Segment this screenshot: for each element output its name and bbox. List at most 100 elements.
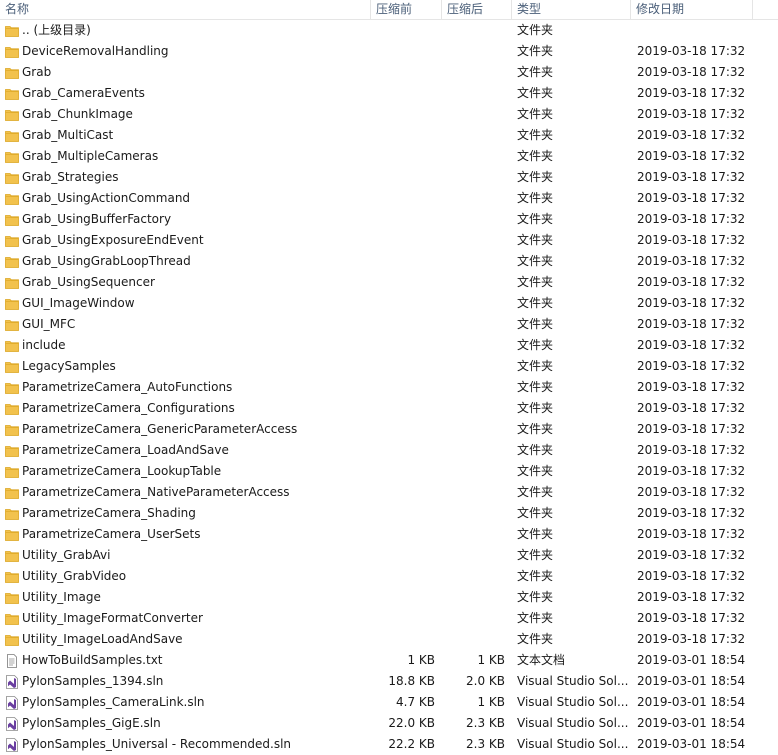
- folder-icon: [5, 24, 19, 38]
- file-type: 文件夹: [517, 401, 554, 415]
- file-name: Grab_UsingBufferFactory: [22, 212, 172, 226]
- file-type: 文件夹: [517, 590, 554, 604]
- file-name: Grab_UsingExposureEndEvent: [22, 233, 204, 247]
- file-type: 文件夹: [517, 86, 554, 100]
- folder-row[interactable]: Grab_UsingGrabLoopThread 文件夹 2019-03-18 17…: [0, 251, 778, 272]
- folder-icon: [5, 255, 19, 269]
- file-name: Grab_MultiCast: [22, 128, 114, 142]
- file-type: 文件夹: [517, 611, 554, 625]
- compressed-size: [376, 104, 435, 125]
- folder-row[interactable]: Grab_UsingSequencer 文件夹 2019-03-18 17:32: [0, 272, 778, 293]
- folder-row[interactable]: Utility_ImageFormatConverter 文件夹 2019-03-1…: [0, 608, 778, 629]
- folder-row[interactable]: Grab_CameraEvents 文件夹 2019-03-18 17:32: [0, 83, 778, 104]
- modified-date: 2019-03-18 17:32: [637, 401, 746, 415]
- file-type: 文本文档: [517, 653, 566, 667]
- actual-size: [446, 272, 505, 293]
- folder-row[interactable]: Grab_UsingActionCommand 文件夹 2019-03-18 17:…: [0, 188, 778, 209]
- folder-row[interactable]: Grab_ChunkImage 文件夹 2019-03-18 17:32: [0, 104, 778, 125]
- actual-size: [446, 419, 505, 440]
- compressed-size: [376, 20, 435, 41]
- actual-size: [446, 524, 505, 545]
- folder-icon: [5, 360, 19, 374]
- column-header-type[interactable]: 类型: [512, 0, 630, 19]
- folder-row[interactable]: Utility_GrabAvi 文件夹 2019-03-18 17:32: [0, 545, 778, 566]
- compressed-size: [376, 188, 435, 209]
- actual-size: [446, 398, 505, 419]
- actual-size: [446, 566, 505, 587]
- folder-row[interactable]: Grab_MultiCast 文件夹 2019-03-18 17:32: [0, 125, 778, 146]
- file-row[interactable]: PylonSamples_CameraLink.sln 4.7 KB 1 KB Vis…: [0, 692, 778, 713]
- actual-size: [446, 545, 505, 566]
- folder-row[interactable]: ParametrizeCamera_LookupTable 文件夹 2019-03-…: [0, 461, 778, 482]
- column-header-compressed[interactable]: 压缩前: [371, 0, 441, 19]
- file-name: Grab_CameraEvents: [22, 86, 145, 100]
- folder-row[interactable]: Utility_Image 文件夹 2019-03-18 17:32: [0, 587, 778, 608]
- column-divider[interactable]: [752, 0, 753, 19]
- file-name: DeviceRemovalHandling: [22, 44, 169, 58]
- compressed-size: [376, 545, 435, 566]
- file-type: 文件夹: [517, 464, 554, 478]
- file-name: LegacySamples: [22, 359, 116, 373]
- file-name: Grab: [22, 65, 52, 79]
- compressed-size: [376, 377, 435, 398]
- compressed-size: [376, 167, 435, 188]
- actual-size: [446, 146, 505, 167]
- folder-icon: [5, 423, 19, 437]
- compressed-size: [376, 335, 435, 356]
- actual-size: 1 KB: [477, 653, 505, 667]
- folder-row[interactable]: ParametrizeCamera_AutoFunctions 文件夹 2019-0…: [0, 377, 778, 398]
- compressed-size: [376, 83, 435, 104]
- file-name: Grab_MultipleCameras: [22, 149, 159, 163]
- file-name: Utility_GrabVideo: [22, 569, 127, 583]
- actual-size: [446, 209, 505, 230]
- folder-row[interactable]: ParametrizeCamera_GenericParameterAccess…: [0, 419, 778, 440]
- modified-date: 2019-03-18 17:32: [637, 44, 746, 58]
- modified-date: 2019-03-18 17:32: [637, 338, 746, 352]
- file-type: 文件夹: [517, 422, 554, 436]
- folder-row[interactable]: Grab 文件夹 2019-03-18 17:32: [0, 62, 778, 83]
- folder-row[interactable]: Grab_Strategies 文件夹 2019-03-18 17:32: [0, 167, 778, 188]
- folder-icon: [5, 465, 19, 479]
- folder-row[interactable]: Utility_GrabVideo 文件夹 2019-03-18 17:32: [0, 566, 778, 587]
- folder-row[interactable]: ParametrizeCamera_Shading 文件夹 2019-03-18 1…: [0, 503, 778, 524]
- folder-row[interactable]: ParametrizeCamera_LoadAndSave 文件夹 2019-03-…: [0, 440, 778, 461]
- folder-row[interactable]: Grab_MultipleCameras 文件夹 2019-03-18 17:32: [0, 146, 778, 167]
- folder-row[interactable]: ParametrizeCamera_Configurations 文件夹 2019-…: [0, 398, 778, 419]
- folder-row[interactable]: include 文件夹 2019-03-18 17:32: [0, 335, 778, 356]
- actual-size: [446, 461, 505, 482]
- folder-row[interactable]: .. (上级目录) 文件夹: [0, 20, 778, 41]
- folder-row[interactable]: Grab_UsingBufferFactory 文件夹 2019-03-18 17:…: [0, 209, 778, 230]
- file-name: Grab_UsingActionCommand: [22, 191, 191, 205]
- folder-row[interactable]: ParametrizeCamera_UserSets 文件夹 2019-03-18 …: [0, 524, 778, 545]
- folder-row[interactable]: Grab_UsingExposureEndEvent 文件夹 2019-03-18 …: [0, 230, 778, 251]
- compressed-size: [376, 566, 435, 587]
- folder-row[interactable]: GUI_MFC 文件夹 2019-03-18 17:32: [0, 314, 778, 335]
- file-type: 文件夹: [517, 191, 554, 205]
- folder-row[interactable]: ParametrizeCamera_NativeParameterAccess 文…: [0, 482, 778, 503]
- file-row[interactable]: PylonSamples_GigE.sln 22.0 KB 2.3 KB Visual…: [0, 713, 778, 734]
- actual-size: [446, 188, 505, 209]
- file-row[interactable]: PylonSamples_1394.sln 18.8 KB 2.0 KB Visual…: [0, 671, 778, 692]
- column-header-modified[interactable]: 修改日期: [631, 0, 752, 19]
- column-header-name[interactable]: 名称: [0, 0, 370, 19]
- folder-row[interactable]: LegacySamples 文件夹 2019-03-18 17:32: [0, 356, 778, 377]
- actual-size: 2.0 KB: [466, 674, 505, 688]
- folder-icon: [5, 108, 19, 122]
- file-name: Utility_ImageFormatConverter: [22, 611, 203, 625]
- column-header-actual[interactable]: 压缩后: [442, 0, 511, 19]
- folder-icon: [5, 129, 19, 143]
- actual-size: [446, 629, 505, 650]
- file-name: Grab_Strategies: [22, 170, 119, 184]
- file-name: Grab_UsingGrabLoopThread: [22, 254, 191, 268]
- modified-date: 2019-03-18 17:32: [637, 317, 746, 331]
- file-type: 文件夹: [517, 548, 554, 562]
- file-row[interactable]: HowToBuildSamples.txt 1 KB 1 KB 文本文档 2019-03…: [0, 650, 778, 671]
- folder-icon: [5, 339, 19, 353]
- folder-row[interactable]: DeviceRemovalHandling 文件夹 2019-03-18 17:32: [0, 41, 778, 62]
- file-type: 文件夹: [517, 296, 554, 310]
- actual-size: [446, 587, 505, 608]
- folder-row[interactable]: GUI_ImageWindow 文件夹 2019-03-18 17:32: [0, 293, 778, 314]
- actual-size: [446, 41, 505, 62]
- folder-icon: [5, 66, 19, 80]
- folder-row[interactable]: Utility_ImageLoadAndSave 文件夹 2019-03-18 17…: [0, 629, 778, 650]
